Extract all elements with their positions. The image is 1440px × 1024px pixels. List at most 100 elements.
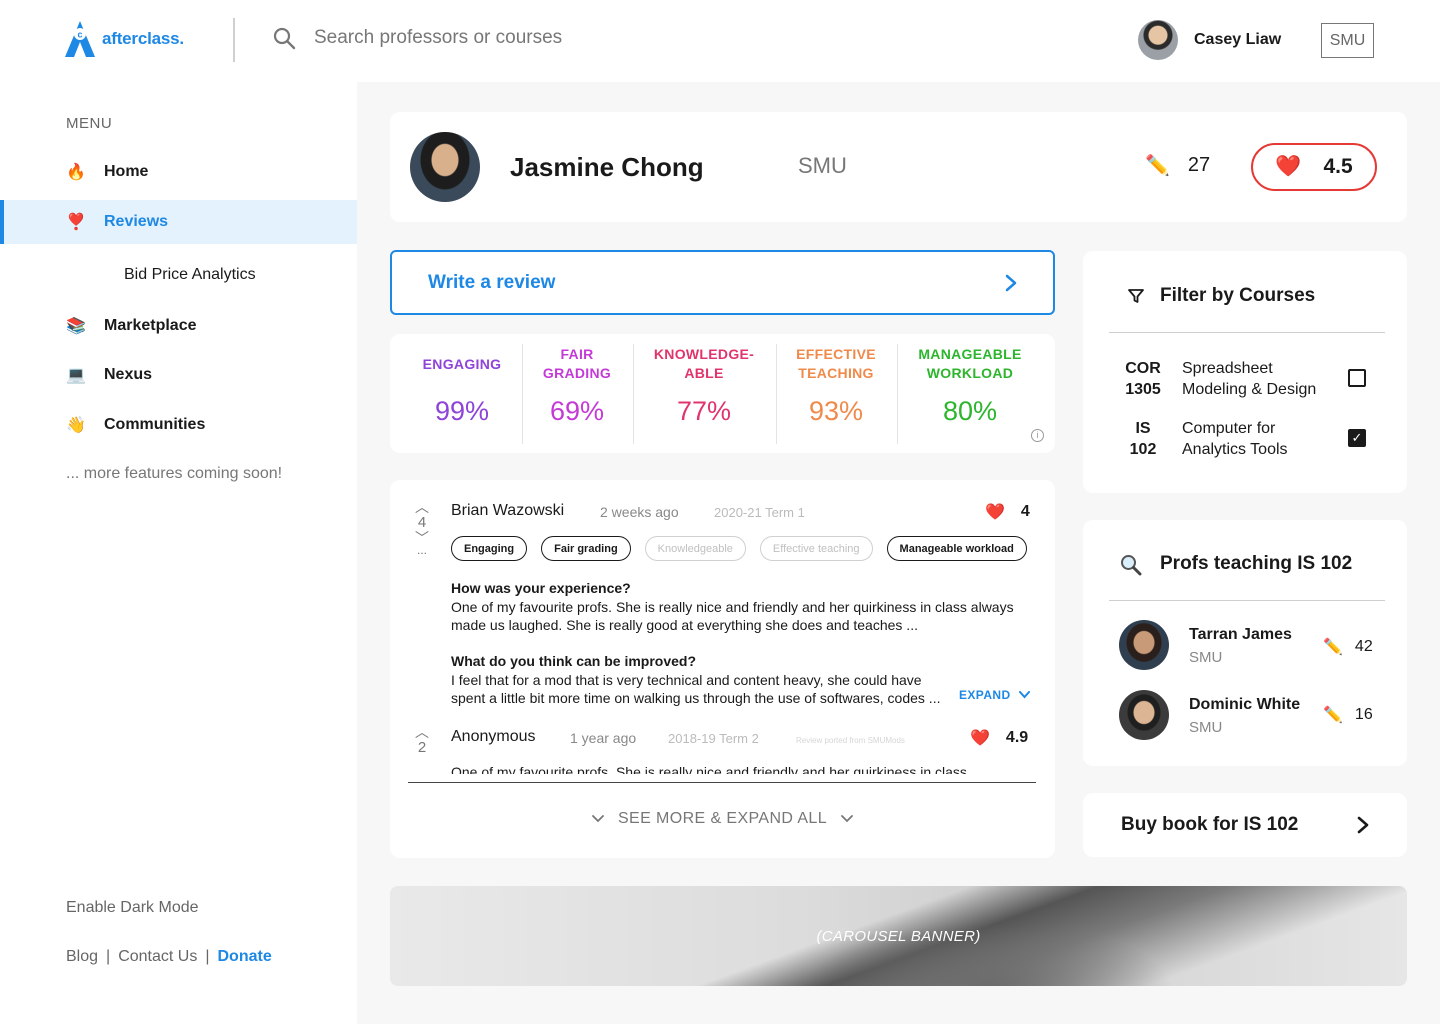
review-rating: ❤️ 4.9 (970, 728, 1028, 748)
stat-divider (776, 344, 777, 444)
prof-university: SMU (1189, 719, 1223, 736)
course-checkbox-cor1305[interactable] (1348, 369, 1366, 387)
tag-manageable-workload: Manageable workload (886, 536, 1027, 561)
dark-mode-toggle[interactable]: Enable Dark Mode (66, 899, 199, 917)
course-code-prefix: COR (1125, 360, 1161, 377)
professor-review-count: ✏️ 27 (1145, 153, 1210, 178)
stat-label: MANAGEABLE WORKLOAD (918, 346, 1022, 381)
pencil-icon: ✏️ (1323, 639, 1343, 656)
stat-manageable-workload: MANAGEABLE WORKLOAD 80% (908, 344, 1032, 444)
review-time: 1 year ago (570, 730, 637, 746)
brand-logo[interactable]: c afterclass. (64, 20, 184, 58)
search-bar (272, 26, 734, 50)
sidebar-item-label: Reviews (104, 213, 169, 230)
buy-book-label: Buy book for IS 102 (1121, 814, 1299, 835)
professor-university: SMU (798, 153, 847, 178)
contact-us-link[interactable]: Contact Us (118, 948, 197, 966)
menu-label: MENU (66, 115, 113, 132)
stat-label: KNOWLEDGE-ABLE (653, 346, 755, 381)
more-options-icon[interactable]: ... (412, 544, 432, 556)
sidebar-item-communities[interactable]: 👋 Communities (0, 403, 357, 447)
tag-effective-teaching: Effective teaching (759, 536, 873, 561)
write-review-button[interactable]: Write a review (390, 250, 1055, 315)
sidebar-item-bid-price-analytics[interactable]: Bid Price Analytics (124, 266, 256, 284)
divider (1109, 332, 1385, 333)
reviews-divider (408, 782, 1036, 783)
pencil-icon: ✏️ (1323, 707, 1343, 724)
user-avatar (1138, 20, 1178, 60)
header-divider (233, 18, 235, 62)
review-count: 16 (1354, 706, 1373, 723)
stat-value: 80% (942, 396, 998, 426)
chevron-right-icon (1005, 274, 1017, 291)
sidebar-item-label: Marketplace (104, 317, 197, 334)
professor-name: Jasmine Chong (510, 152, 704, 182)
pencil-icon: ✏️ (1145, 155, 1170, 177)
see-more-button[interactable]: SEE MORE & EXPAND ALL (390, 810, 1055, 828)
chevron-down-icon (841, 815, 853, 823)
review-term: 2020-21 Term 1 (714, 505, 805, 520)
books-icon: 📚 (66, 318, 86, 335)
prof-name[interactable]: Tarran James (1189, 626, 1292, 644)
course-code-number: 1305 (1125, 381, 1161, 398)
profs-teaching-title: Profs teaching IS 102 (1160, 553, 1353, 574)
chevron-right-icon (1357, 816, 1369, 834)
sidebar-item-nexus[interactable]: 💻 Nexus (0, 353, 357, 397)
user-profile[interactable]: Casey Liaw (1138, 20, 1281, 60)
buy-book-button[interactable]: Buy book for IS 102 (1083, 793, 1407, 857)
sidebar-item-label: Communities (104, 416, 206, 433)
prof-review-count: ✏️ 42 (1323, 637, 1373, 657)
stat-label: ENGAGING (422, 355, 502, 372)
laptop-icon: 💻 (66, 367, 86, 384)
review-answer: One of my favourite profs. She is really… (451, 599, 1014, 633)
magnifier-icon (1121, 555, 1142, 576)
course-checkbox-is102[interactable]: ✓ (1348, 429, 1366, 447)
review-term: 2018-19 Term 2 (668, 731, 759, 746)
rating-value: 4.5 (1323, 155, 1353, 178)
carousel-banner[interactable]: (CAROUSEL BANNER) (390, 886, 1407, 986)
expand-button[interactable]: EXPAND (959, 688, 1030, 702)
info-icon[interactable]: i (1031, 429, 1044, 442)
upvote-icon[interactable]: ︿ (412, 500, 432, 514)
wave-icon: 👋 (66, 417, 86, 434)
sidebar-item-home[interactable]: 🔥 Home (0, 150, 357, 194)
stats-card: ENGAGING 99% FAIR GRADING 69% KNOWLEDGE-… (390, 334, 1055, 453)
sidebar-item-reviews[interactable]: ❣️ Reviews (0, 200, 357, 244)
search-input[interactable] (314, 27, 734, 49)
vote-control: ︿ 4 ﹀ ... (412, 500, 432, 556)
professor-avatar (410, 132, 480, 202)
review-count: 42 (1354, 638, 1373, 655)
donate-link[interactable]: Donate (217, 948, 271, 966)
stat-value: 93% (808, 396, 864, 426)
heart-icon: ❤️ (1275, 155, 1302, 178)
chevron-down-icon (592, 815, 604, 823)
sidebar-item-marketplace[interactable]: 📚 Marketplace (0, 304, 357, 348)
stat-divider (897, 344, 898, 444)
university-selector[interactable]: SMU (1321, 23, 1374, 58)
fire-icon: 🔥 (66, 164, 86, 181)
review-author: Brian Wazowski (451, 502, 565, 519)
prof-name[interactable]: Dominic White (1189, 696, 1300, 714)
prof-university: SMU (1189, 649, 1223, 666)
review-question: How was your experience? (451, 580, 631, 596)
review-count: 27 (1187, 154, 1211, 176)
review-rating: ❤️ 4 (985, 502, 1030, 522)
vote-control: ︿ 2 (412, 725, 432, 756)
reviews-card: ︿ 4 ﹀ ... Brian Wazowski 2 weeks ago 202… (390, 480, 1055, 858)
prof-avatar[interactable] (1119, 620, 1169, 670)
tag-knowledgeable: Knowledgeable (644, 536, 746, 561)
course-code-number: 102 (1129, 441, 1157, 458)
stat-engaging: ENGAGING 99% (414, 344, 510, 444)
course-code: COR 1305 (1123, 358, 1163, 400)
tag-engaging: Engaging (451, 536, 528, 561)
stat-value: 69% (549, 396, 605, 426)
stat-fair-grading: FAIR GRADING 69% (532, 344, 622, 444)
upvote-icon[interactable]: ︿ (412, 725, 432, 739)
logo-mark-icon: c (65, 21, 95, 57)
blog-link[interactable]: Blog (66, 948, 98, 966)
stat-divider (633, 344, 634, 444)
divider (1109, 600, 1385, 601)
top-bar: c afterclass. Casey Liaw SMU (0, 0, 1440, 82)
main-content: Jasmine Chong SMU ✏️ 27 ❤️ 4.5 Write a r… (357, 82, 1440, 1024)
prof-avatar[interactable] (1119, 690, 1169, 740)
